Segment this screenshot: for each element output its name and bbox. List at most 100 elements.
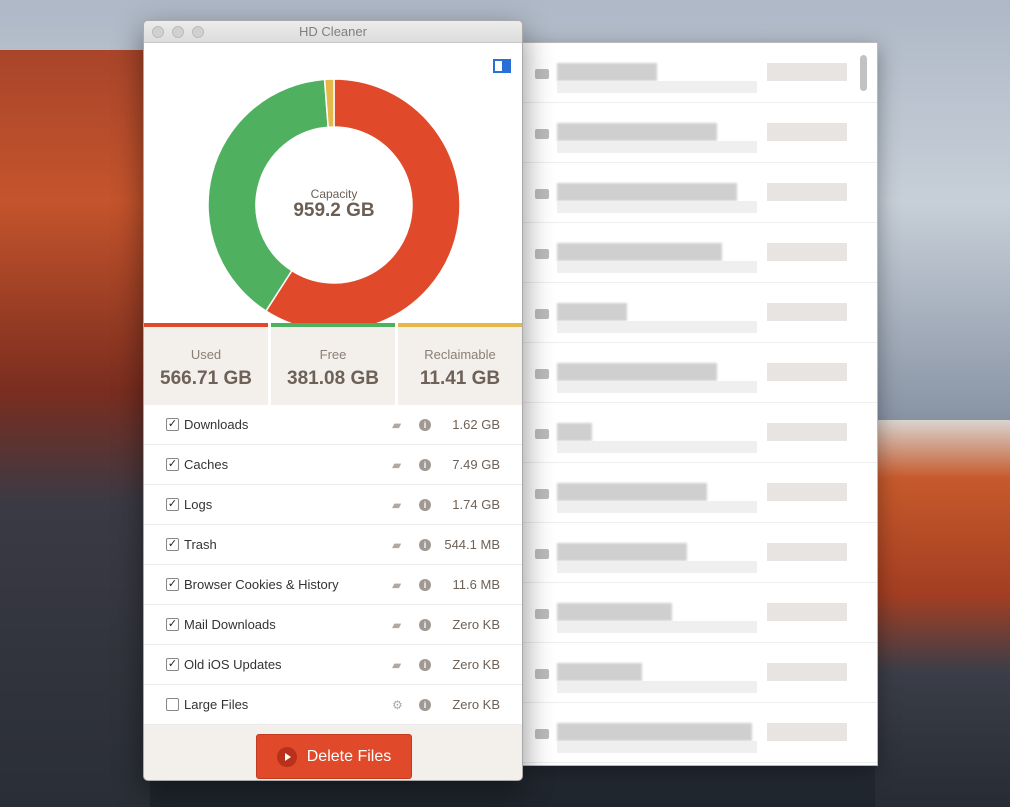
capacity-label: Capacity <box>310 187 358 201</box>
info-icon[interactable]: i <box>419 698 431 711</box>
folder-icon <box>535 309 549 319</box>
blurred-text <box>557 141 757 153</box>
blurred-text <box>767 543 847 561</box>
blurred-file-row <box>523 43 877 103</box>
blurred-file-row <box>523 343 877 403</box>
item-checkbox[interactable]: ✓ <box>166 618 179 631</box>
blurred-text <box>557 81 757 93</box>
folder-icon <box>535 429 549 439</box>
folder-icon <box>535 129 549 139</box>
blurred-text <box>557 663 642 681</box>
blurred-text <box>767 663 847 681</box>
list-item: ✓ Logs ▰ i 1.74 GB <box>144 485 522 525</box>
folder-icon[interactable]: ▰ <box>392 418 401 432</box>
stat-value: 11.41 GB <box>419 368 501 389</box>
item-size: Zero KB <box>452 617 500 632</box>
blurred-text <box>557 441 757 453</box>
list-item: Large Files ⚙ i Zero KB <box>144 685 522 725</box>
item-label: Logs <box>184 497 213 512</box>
blurred-text <box>557 243 722 261</box>
folder-icon[interactable]: ▰ <box>392 458 401 472</box>
blurred-text <box>767 63 847 81</box>
item-label: Browser Cookies & History <box>184 577 339 592</box>
blurred-text <box>557 423 592 441</box>
item-size: Zero KB <box>452 657 500 672</box>
folder-icon[interactable]: ▰ <box>392 498 401 512</box>
info-icon[interactable]: i <box>419 658 431 671</box>
item-size: 1.62 GB <box>452 417 500 432</box>
folder-icon <box>535 369 549 379</box>
blurred-file-row <box>523 703 877 763</box>
blurred-text <box>767 723 847 741</box>
blurred-file-row <box>523 583 877 643</box>
folder-icon <box>535 729 549 739</box>
cleanup-list: ✓ Downloads ▰ i 1.62 GB ✓ Caches ▰ i 7.49… <box>144 405 522 725</box>
window-title: HD Cleaner <box>299 24 367 39</box>
capacity-value: 959.2 GB <box>293 200 375 221</box>
blurred-text <box>557 201 757 213</box>
blurred-text <box>557 183 737 201</box>
folder-icon[interactable]: ▰ <box>392 538 401 552</box>
blurred-file-row <box>523 643 877 703</box>
item-label: Caches <box>184 457 229 472</box>
blurred-text <box>557 63 657 81</box>
blurred-text <box>557 123 717 141</box>
blurred-file-row <box>523 103 877 163</box>
blurred-text <box>557 603 672 621</box>
item-label: Mail Downloads <box>184 617 276 632</box>
item-size: 7.49 GB <box>452 457 500 472</box>
stat-label: Free <box>319 347 347 362</box>
item-checkbox[interactable]: ✓ <box>166 418 179 431</box>
list-item: ✓ Old iOS Updates ▰ i Zero KB <box>144 645 522 685</box>
desktop-wallpaper-cliff <box>0 50 150 807</box>
item-checkbox[interactable]: ✓ <box>166 578 179 591</box>
blurred-text <box>557 741 757 753</box>
info-icon[interactable]: i <box>419 498 431 511</box>
blurred-text <box>557 303 627 321</box>
item-size: Zero KB <box>452 697 500 712</box>
folder-icon <box>535 189 549 199</box>
folder-icon[interactable]: ▰ <box>392 618 401 632</box>
list-item: ✓ Downloads ▰ i 1.62 GB <box>144 405 522 445</box>
blurred-file-row <box>523 463 877 523</box>
footer: Delete Files <box>144 725 522 780</box>
blurred-file-row <box>523 283 877 343</box>
close-button[interactable] <box>152 26 164 38</box>
item-label: Old iOS Updates <box>184 657 282 672</box>
stat-label: Reclaimable <box>424 347 496 362</box>
item-checkbox[interactable]: ✓ <box>166 498 179 511</box>
blurred-text <box>767 183 847 201</box>
item-size: 11.6 MB <box>452 577 500 592</box>
delete-files-button[interactable]: Delete Files <box>256 734 412 779</box>
disk-usage-chart: Capacity 959.2 GB <box>144 43 522 332</box>
blurred-text <box>557 381 757 393</box>
item-checkbox[interactable]: ✓ <box>166 658 179 671</box>
item-checkbox[interactable]: ✓ <box>166 538 179 551</box>
info-icon[interactable]: i <box>419 418 431 431</box>
stat-label: Used <box>190 347 222 362</box>
list-item: ✓ Caches ▰ i 7.49 GB <box>144 445 522 485</box>
info-icon[interactable]: i <box>419 458 431 471</box>
folder-icon <box>535 249 549 259</box>
zoom-button[interactable] <box>192 26 204 38</box>
blurred-text <box>557 363 717 381</box>
info-icon[interactable]: i <box>419 618 431 631</box>
title-bar: HD Cleaner <box>144 21 522 43</box>
info-icon[interactable]: i <box>419 578 431 591</box>
blurred-text <box>557 681 757 693</box>
item-checkbox[interactable] <box>166 698 179 711</box>
blurred-text <box>557 543 687 561</box>
stat-value: 381.08 GB <box>287 368 379 389</box>
blurred-text <box>767 123 847 141</box>
item-size: 1.74 GB <box>452 497 500 512</box>
minimize-button[interactable] <box>172 26 184 38</box>
folder-icon[interactable]: ▰ <box>392 578 401 592</box>
toggle-sidebar-icon[interactable] <box>493 59 511 73</box>
play-icon <box>276 746 297 767</box>
blurred-text <box>557 501 757 513</box>
folder-icon[interactable]: ▰ <box>392 658 401 672</box>
item-checkbox[interactable]: ✓ <box>166 458 179 471</box>
gear-icon[interactable]: ⚙ <box>392 698 403 712</box>
stat-value: 566.71 GB <box>160 368 252 389</box>
info-icon[interactable]: i <box>419 538 431 551</box>
